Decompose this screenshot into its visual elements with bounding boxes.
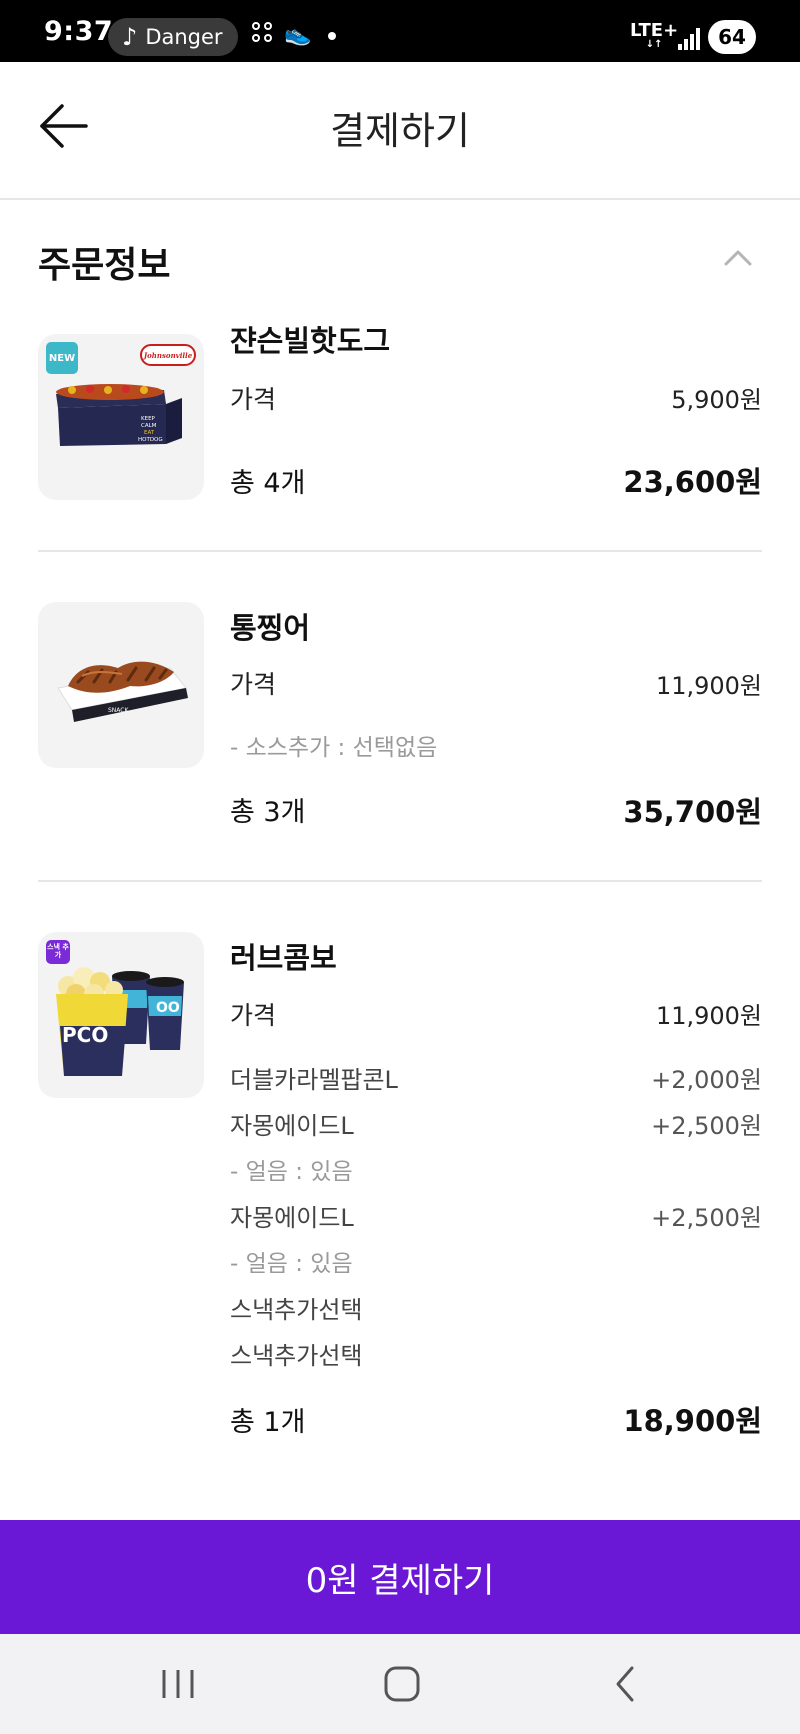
item-name: 러브콤보 bbox=[230, 941, 337, 975]
app-header: 결제하기 bbox=[0, 62, 800, 200]
signal-icon bbox=[678, 28, 702, 50]
divider bbox=[38, 550, 762, 552]
total-quantity: 총 3개 bbox=[230, 797, 306, 828]
total-quantity: 총 1개 bbox=[230, 1407, 306, 1438]
svg-text:HOTDOG: HOTDOG bbox=[138, 437, 163, 443]
battery-icon: 64 bbox=[708, 20, 756, 54]
option-price: +2,500원 bbox=[651, 1204, 762, 1232]
svg-text:PCO: PCO bbox=[62, 1023, 108, 1047]
ice-option: - 얼음 : 있음 bbox=[230, 1159, 353, 1185]
system-nav-bar bbox=[0, 1634, 800, 1734]
total-quantity: 총 4개 bbox=[230, 468, 306, 499]
media-title: Danger bbox=[145, 25, 223, 49]
hotdog-illustration: KEEP CALM EAT HOTDOG bbox=[56, 384, 182, 446]
total-price: 23,600원 bbox=[623, 465, 762, 499]
total-price: 35,700원 bbox=[623, 795, 762, 829]
section-title: 주문정보 bbox=[38, 245, 171, 286]
status-bar: 9:37 ♪ Danger 👟 LTE+ ↓↑ 64 bbox=[0, 0, 800, 62]
status-time: 9:37 bbox=[44, 16, 114, 47]
combo-illustration: OO PCO bbox=[56, 967, 184, 1076]
chevron-up-icon[interactable] bbox=[720, 240, 756, 276]
price-label: 가격 bbox=[230, 385, 277, 414]
svg-text:SNACK: SNACK bbox=[108, 707, 129, 714]
combo-image: 스낵 추가 OO PCO bbox=[38, 932, 204, 1098]
app-grid-icon bbox=[252, 22, 274, 50]
network-label: LTE+ bbox=[630, 20, 679, 41]
option-label: 더블카라멜팝콘L bbox=[230, 1066, 398, 1094]
page-title: 결제하기 bbox=[330, 109, 470, 153]
price-value: 11,900원 bbox=[655, 1002, 762, 1030]
price-label: 가격 bbox=[230, 670, 277, 699]
squid-illustration: SNACK bbox=[57, 661, 188, 722]
option-label: 자몽에이드L bbox=[230, 1204, 354, 1232]
option-price: +2,500원 bbox=[651, 1112, 762, 1140]
shoe-icon: 👟 bbox=[284, 22, 312, 47]
price-value: 11,900원 bbox=[655, 672, 762, 700]
price-label: 가격 bbox=[230, 1001, 277, 1030]
total-price: 18,900원 bbox=[623, 1404, 762, 1438]
pay-button[interactable]: 0원 결제하기 bbox=[0, 1520, 800, 1634]
option-label: 스낵추가선택 bbox=[230, 1342, 363, 1370]
squid-image: SNACK bbox=[38, 602, 204, 768]
divider bbox=[38, 880, 762, 882]
hotdog-image: NEW Johnsonville KEEP CALM EAT HOTDOG bbox=[38, 334, 204, 500]
notification-dot-icon bbox=[328, 32, 336, 40]
option-price: +2,000원 bbox=[651, 1066, 762, 1094]
svg-text:KEEP: KEEP bbox=[141, 416, 156, 422]
music-note-icon: ♪ bbox=[122, 23, 138, 51]
sauce-option: - 소스추가 : 선택없음 bbox=[230, 735, 438, 761]
item-name: 통찡어 bbox=[230, 611, 311, 645]
home-icon[interactable] bbox=[378, 1664, 426, 1704]
back-icon[interactable] bbox=[602, 1664, 650, 1704]
svg-text:OO: OO bbox=[156, 1000, 180, 1016]
option-label: 자몽에이드L bbox=[230, 1112, 354, 1140]
media-pill[interactable]: ♪ Danger bbox=[108, 18, 238, 56]
svg-text:CALM: CALM bbox=[141, 423, 157, 429]
network-indicator: LTE+ ↓↑ bbox=[630, 20, 678, 50]
item-name: 쟌슨빌핫도그 bbox=[230, 324, 391, 358]
ice-option: - 얼음 : 있음 bbox=[230, 1251, 353, 1277]
price-value: 5,900원 bbox=[671, 386, 762, 414]
svg-text:EAT: EAT bbox=[144, 430, 155, 436]
recent-apps-icon[interactable] bbox=[154, 1664, 202, 1704]
option-label: 스낵추가선택 bbox=[230, 1296, 363, 1324]
